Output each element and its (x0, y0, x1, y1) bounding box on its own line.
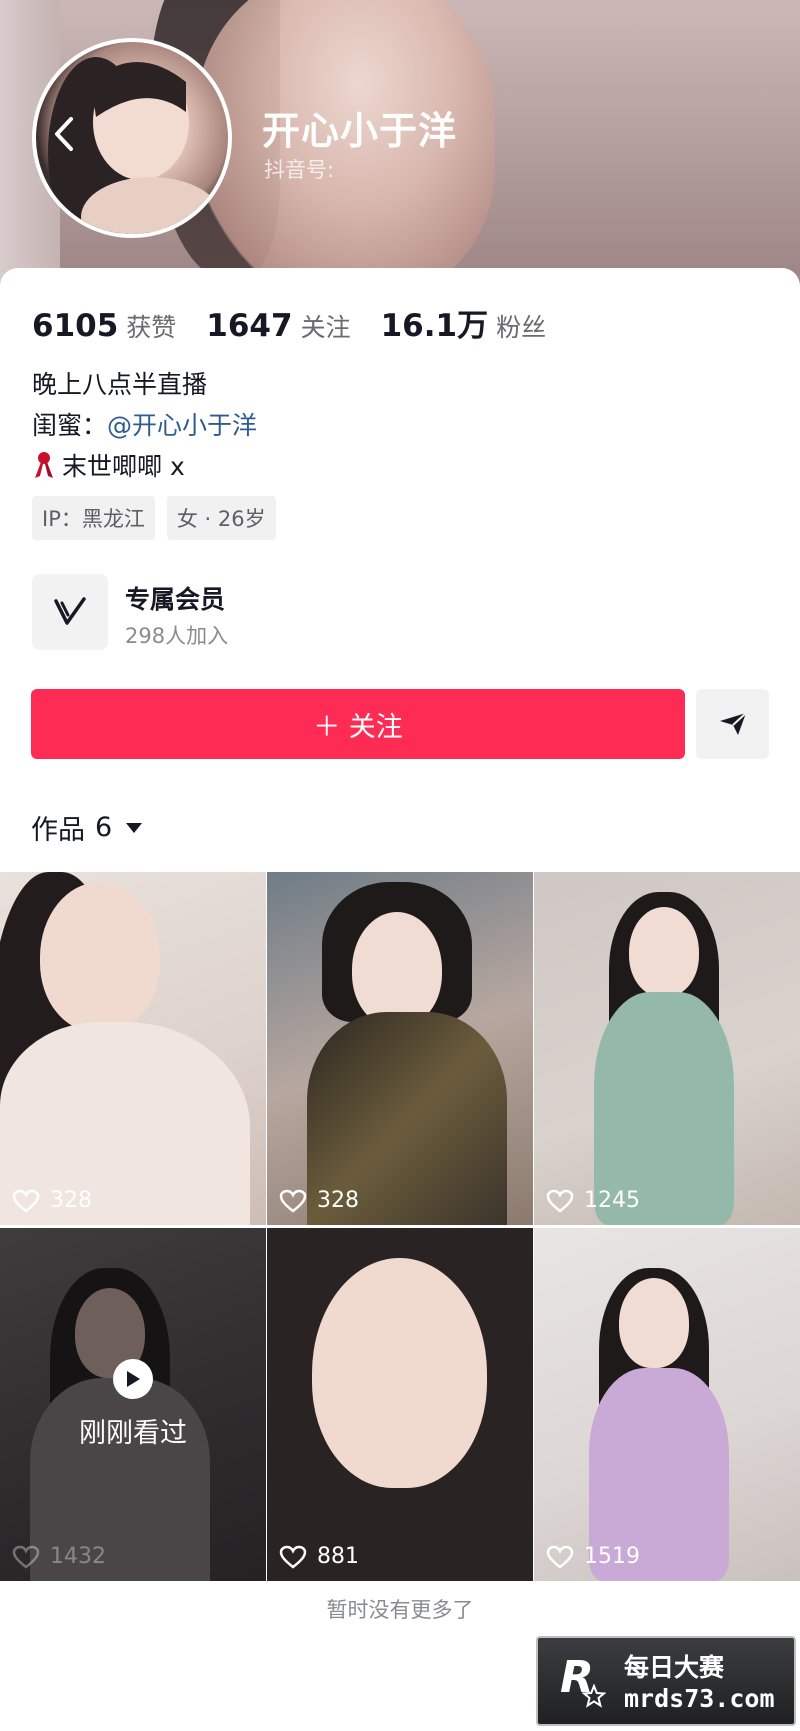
heart-icon (279, 1545, 307, 1569)
like-count: 881 (279, 1544, 359, 1569)
video-thumbnail[interactable]: 881 (267, 1228, 533, 1581)
stat-likes[interactable]: 6105 获赞 (32, 308, 176, 344)
douyin-id-label: 抖音号: (264, 158, 335, 182)
dropdown-caret-icon (126, 822, 143, 833)
member-subtitle: 298人加入 (125, 624, 229, 648)
heart-icon (279, 1189, 307, 1213)
video-grid: 328 328 1245 刚刚看过 1432 881 1519 (0, 872, 800, 1581)
no-more-text: 暂时没有更多了 (326, 1598, 474, 1622)
heart-icon (12, 1189, 40, 1213)
like-count: 1432 (12, 1544, 106, 1569)
video-thumbnail[interactable]: 1245 (534, 872, 800, 1225)
watermark-url: mrds73.com (624, 1684, 775, 1713)
bio-line: 末世唧唧 x (32, 446, 257, 487)
heart-icon (546, 1189, 574, 1213)
back-icon[interactable] (44, 110, 84, 158)
video-thumbnail[interactable]: 328 (267, 872, 533, 1225)
stat-followers[interactable]: 16.1万 粉丝 (381, 300, 547, 345)
watermark-text: 每日大赛 (624, 1653, 725, 1682)
mention-link[interactable]: @开心小于洋 (107, 411, 257, 440)
share-button[interactable] (696, 689, 769, 759)
tab-works[interactable]: 作品 6 (31, 808, 143, 847)
play-icon (113, 1359, 153, 1399)
profile-card: 6105 获赞 1647 关注 16.1万 粉丝 晚上八点半直播 闺蜜：@开心小… (0, 268, 800, 1731)
profile-name: 开心小于洋 (262, 109, 458, 153)
bio-line: 闺蜜：@开心小于洋 (32, 411, 258, 440)
tags: IP：黑龙江 女 · 26岁 (32, 496, 276, 540)
video-thumbnail[interactable]: 刚刚看过 1432 (0, 1228, 266, 1581)
tag-ip: IP：黑龙江 (32, 496, 155, 540)
like-count: 328 (279, 1188, 359, 1213)
heart-icon (546, 1545, 574, 1569)
like-count: 1519 (546, 1544, 640, 1569)
follow-button[interactable]: ＋ 关注 (31, 689, 685, 759)
recently-watched-overlay: 刚刚看过 (0, 1228, 266, 1581)
member-title: 专属会员 (125, 585, 226, 614)
stats-row: 6105 获赞 1647 关注 16.1万 粉丝 (32, 300, 546, 345)
tag-gender-age: 女 · 26岁 (166, 496, 276, 540)
video-thumbnail[interactable]: 328 (0, 872, 266, 1225)
share-icon (719, 712, 747, 735)
exclusive-member-entry[interactable]: 专属会员 298人加入 (32, 574, 432, 652)
video-thumbnail[interactable]: 1519 (534, 1228, 800, 1581)
bio: 晚上八点半直播 闺蜜：@开心小于洋 末世唧唧 x (32, 364, 257, 487)
heart-icon (12, 1545, 40, 1569)
bio-line: 晚上八点半直播 (32, 370, 208, 399)
stat-following[interactable]: 1647 关注 (206, 308, 350, 344)
vip-logo-icon (32, 574, 108, 650)
like-count: 1245 (546, 1188, 640, 1213)
star-icon (582, 1684, 606, 1708)
like-count: 328 (12, 1188, 92, 1213)
ribbon-emoji-icon (32, 450, 56, 480)
watermark: R 每日大赛 mrds73.com (536, 1636, 796, 1726)
